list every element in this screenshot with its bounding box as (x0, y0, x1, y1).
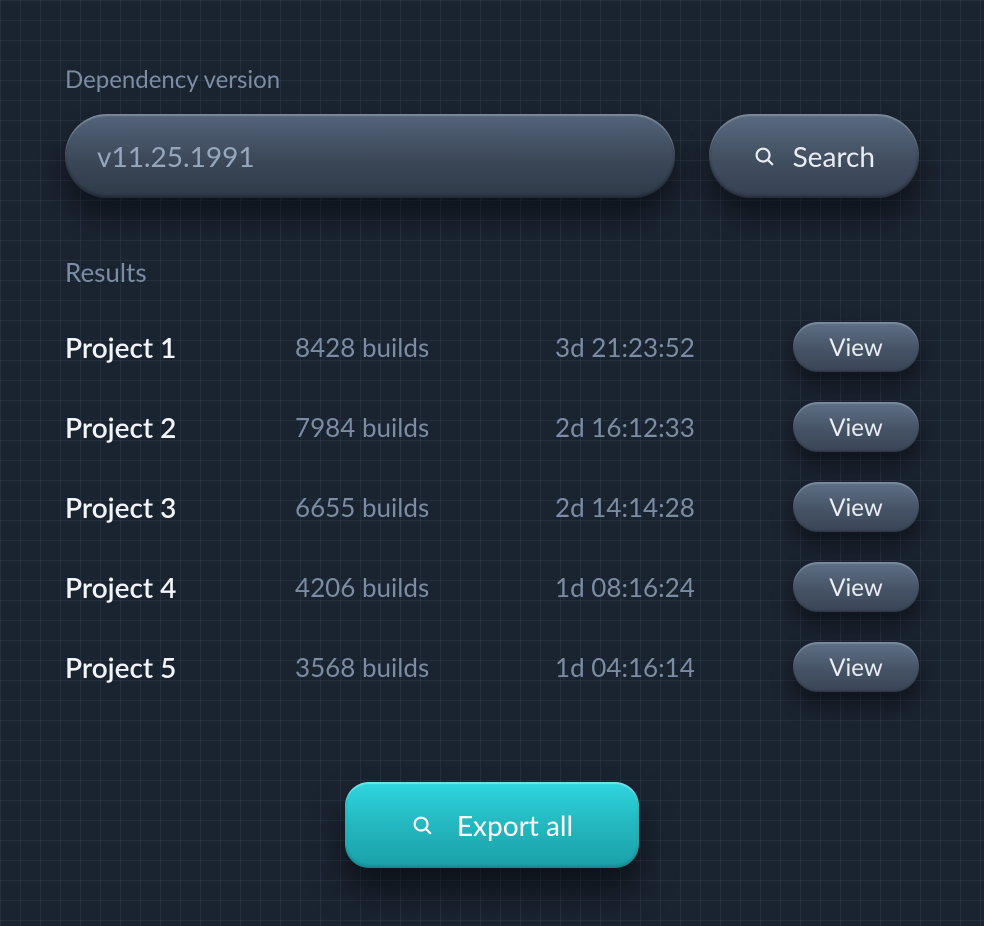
project-age: 1d 04:16:14 (555, 651, 783, 683)
view-button[interactable]: View (793, 562, 919, 612)
result-row: Project 2 7984 builds 2d 16:12:33 View (65, 402, 919, 452)
project-name: Project 2 (65, 410, 285, 444)
export-wrap: Export all (65, 782, 919, 868)
export-all-label: Export all (457, 808, 573, 842)
project-builds: 3568 builds (295, 651, 545, 683)
search-button-label: Search (793, 139, 875, 173)
project-age: 2d 14:14:28 (555, 491, 783, 523)
result-row: Project 1 8428 builds 3d 21:23:52 View (65, 322, 919, 372)
project-age: 3d 21:23:52 (555, 331, 783, 363)
project-age: 1d 08:16:24 (555, 571, 783, 603)
project-name: Project 1 (65, 330, 285, 364)
results-list: Project 1 8428 builds 3d 21:23:52 View P… (65, 322, 919, 692)
project-builds: 8428 builds (295, 331, 545, 363)
project-builds: 4206 builds (295, 571, 545, 603)
result-row: Project 4 4206 builds 1d 08:16:24 View (65, 562, 919, 612)
dependency-version-input[interactable] (65, 114, 675, 198)
view-button[interactable]: View (793, 322, 919, 372)
view-button[interactable]: View (793, 482, 919, 532)
dependency-version-label: Dependency version (65, 65, 919, 94)
project-builds: 6655 builds (295, 491, 545, 523)
search-row: Search (65, 114, 919, 198)
search-button[interactable]: Search (709, 114, 919, 198)
result-row: Project 3 6655 builds 2d 14:14:28 View (65, 482, 919, 532)
project-builds: 7984 builds (295, 411, 545, 443)
project-age: 2d 16:12:33 (555, 411, 783, 443)
search-icon (411, 814, 433, 836)
search-icon (753, 145, 775, 167)
project-name: Project 3 (65, 490, 285, 524)
view-button[interactable]: View (793, 642, 919, 692)
view-button[interactable]: View (793, 402, 919, 452)
project-name: Project 4 (65, 570, 285, 604)
project-name: Project 5 (65, 650, 285, 684)
export-all-button[interactable]: Export all (345, 782, 639, 868)
results-label: Results (65, 256, 919, 288)
result-row: Project 5 3568 builds 1d 04:16:14 View (65, 642, 919, 692)
